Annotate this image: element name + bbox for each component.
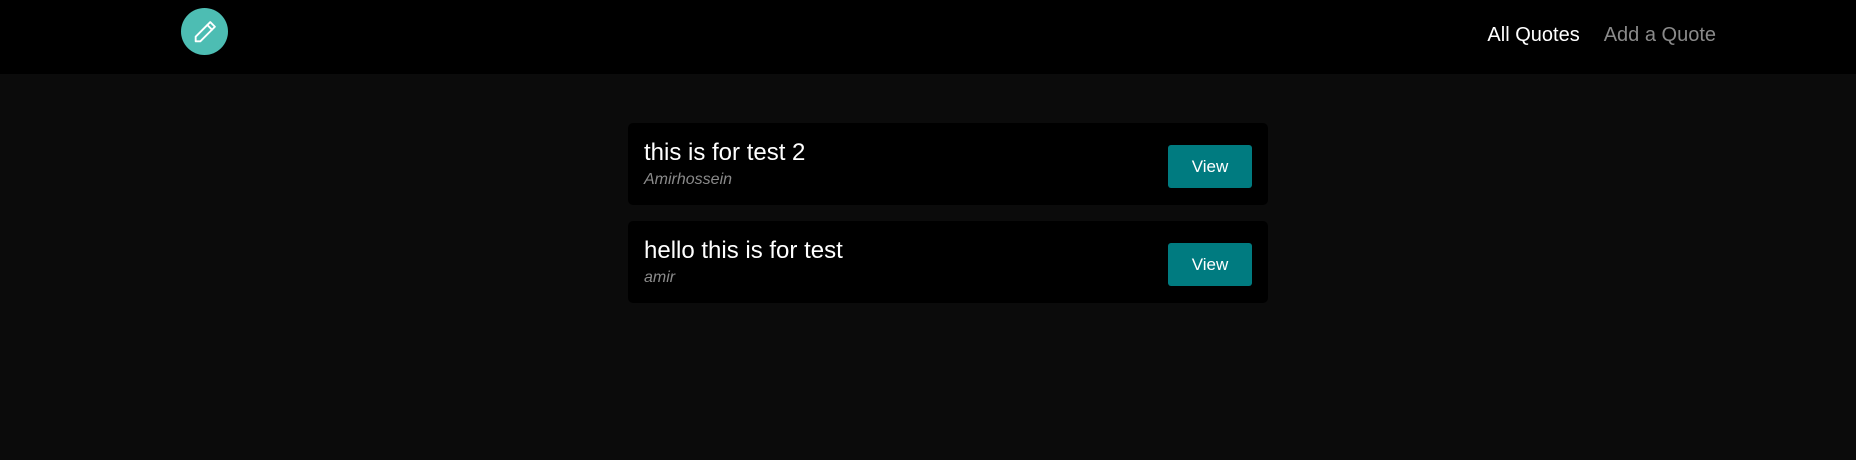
quote-author: Amirhossein <box>644 171 733 188</box>
nav-all-quotes-link[interactable]: All Quotes <box>1487 24 1579 47</box>
main-nav: All Quotes Add a Quote <box>1487 0 1716 70</box>
nav-add-quote-link[interactable]: Add a Quote <box>1604 24 1716 47</box>
quote-list: this is for test 2 Amirhossein View hell… <box>628 123 1268 319</box>
logo[interactable] <box>181 8 228 55</box>
quote-author: amir <box>644 269 676 286</box>
quote-text: hello this is for test <box>644 237 843 264</box>
view-button[interactable]: View <box>1168 243 1252 286</box>
pencil-icon <box>194 20 216 42</box>
quote-card: hello this is for test amir View <box>628 221 1268 303</box>
top-navbar: All Quotes Add a Quote <box>0 0 1856 74</box>
quote-text: this is for test 2 <box>644 139 806 166</box>
view-button[interactable]: View <box>1168 145 1252 188</box>
quote-card: this is for test 2 Amirhossein View <box>628 123 1268 205</box>
